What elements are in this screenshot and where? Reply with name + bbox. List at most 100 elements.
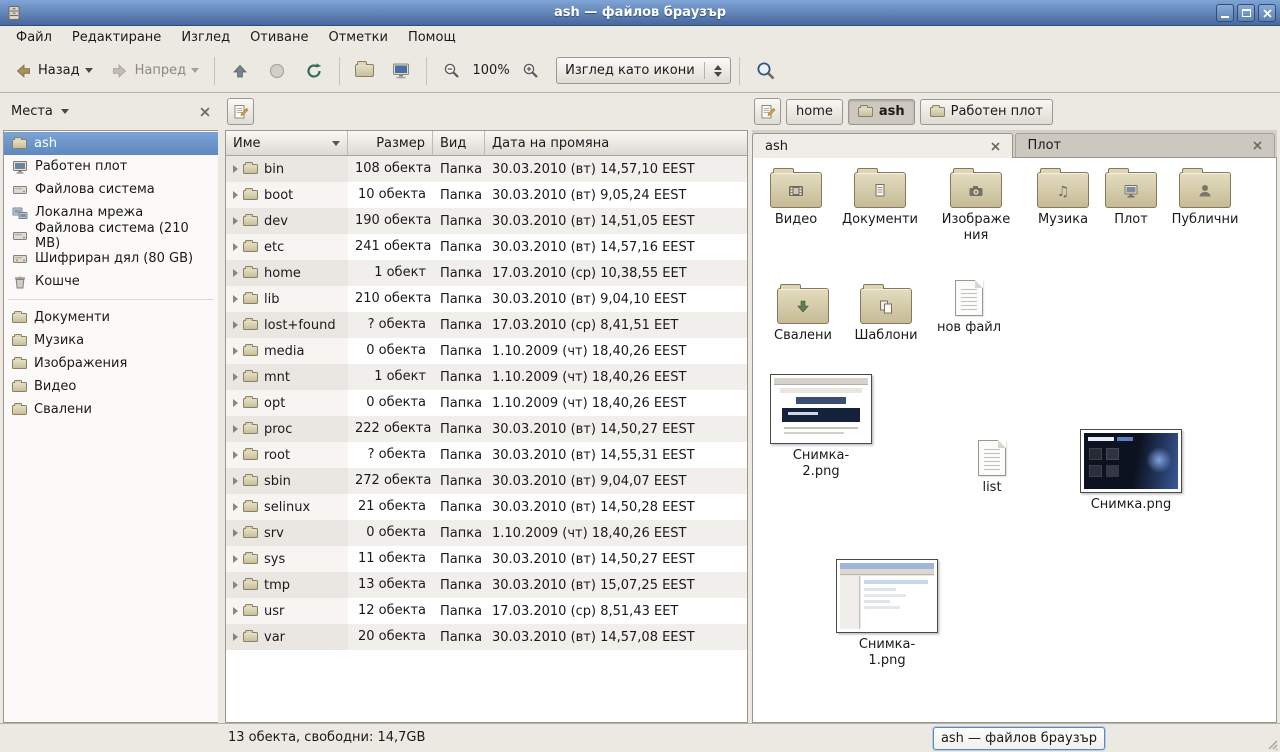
- minimize-button[interactable]: [1216, 4, 1234, 22]
- sidebar-item-encrypted-80gb[interactable]: Шифриран дял (80 GB): [4, 247, 218, 270]
- pathbar-home[interactable]: home: [786, 99, 843, 125]
- sidebar-item-video[interactable]: Видео: [4, 375, 218, 398]
- expander-icon[interactable]: [233, 581, 238, 589]
- menu-view[interactable]: Изглед: [171, 28, 240, 47]
- stop-button[interactable]: [260, 57, 294, 85]
- maximize-button[interactable]: [1237, 4, 1255, 22]
- menu-help[interactable]: Помощ: [398, 28, 466, 47]
- places-close-button[interactable]: [200, 107, 210, 117]
- search-button[interactable]: [748, 56, 784, 86]
- icon-item-video[interactable]: Видео: [759, 166, 833, 228]
- file-row-mnt[interactable]: mnt1 обектПапка1.10.2009 (чт) 18,40,26 E…: [226, 364, 747, 390]
- file-row-lost-found[interactable]: lost+found? обектаПапка17.03.2010 (ср) 8…: [226, 312, 747, 338]
- expander-icon[interactable]: [233, 607, 238, 615]
- sidebar-item-filesystem[interactable]: Файлова система: [4, 178, 218, 201]
- places-selector[interactable]: Места: [11, 104, 69, 119]
- column-header-date[interactable]: Дата на промяна: [485, 131, 747, 156]
- menu-go[interactable]: Отиване: [240, 28, 318, 47]
- file-row-root[interactable]: root? обектаПапка30.03.2010 (вт) 14,55,3…: [226, 442, 747, 468]
- file-row-usr[interactable]: usr12 обектаПапка17.03.2010 (ср) 8,51,43…: [226, 598, 747, 624]
- location-edit-toggle[interactable]: [227, 98, 254, 125]
- expander-icon[interactable]: [233, 425, 238, 433]
- expander-icon[interactable]: [233, 191, 238, 199]
- sidebar-item-home[interactable]: ash: [4, 132, 218, 155]
- expander-icon[interactable]: [233, 373, 238, 381]
- file-row-tmp[interactable]: tmp13 обектаПапка30.03.2010 (вт) 15,07,2…: [226, 572, 747, 598]
- icon-item-templates[interactable]: Шаблони: [845, 282, 927, 344]
- column-header-name[interactable]: Име: [226, 131, 348, 156]
- zoom-in-button[interactable]: [514, 57, 547, 84]
- file-row-opt[interactable]: opt0 обектаПапка1.10.2009 (чт) 18,40,26 …: [226, 390, 747, 416]
- expander-icon[interactable]: [233, 451, 238, 459]
- icon-item-list[interactable]: list: [957, 440, 1027, 496]
- file-row-proc[interactable]: proc222 обектаПапка30.03.2010 (вт) 14,50…: [226, 416, 747, 442]
- zoom-out-button[interactable]: [435, 57, 468, 84]
- expander-icon[interactable]: [233, 269, 238, 277]
- tab-plot[interactable]: Плот: [1015, 133, 1276, 157]
- file-row-srv[interactable]: srv0 обектаПапка1.10.2009 (чт) 18,40,26 …: [226, 520, 747, 546]
- close-button[interactable]: [1258, 4, 1276, 22]
- reload-button[interactable]: [297, 57, 331, 85]
- column-header-size[interactable]: Размер: [348, 131, 433, 156]
- sidebar-item-filesystem-210mb[interactable]: Файлова система (210 MB): [4, 224, 218, 247]
- icon-item-desktop[interactable]: Плот: [1099, 166, 1163, 228]
- expander-icon[interactable]: [233, 555, 238, 563]
- icon-item-downloads[interactable]: Свалени: [763, 282, 843, 344]
- pathbar-ash[interactable]: ash: [848, 99, 915, 125]
- sidebar-item-desktop[interactable]: Работен плот: [4, 155, 218, 178]
- window-list-button[interactable]: ash — файлов браузър: [933, 727, 1105, 750]
- icon-item-music[interactable]: ♫ Музика: [1025, 166, 1101, 228]
- expander-icon[interactable]: [233, 243, 238, 251]
- sidebar-item-downloads[interactable]: Свалени: [4, 398, 218, 421]
- sidebar-item-pictures[interactable]: Изображения: [4, 352, 218, 375]
- location-edit-toggle[interactable]: [754, 98, 781, 125]
- icon-item-documents[interactable]: Документи: [837, 166, 923, 228]
- tab-ash[interactable]: ash: [752, 133, 1013, 158]
- file-row-bin[interactable]: bin108 обектаПапка30.03.2010 (вт) 14,57,…: [226, 156, 747, 182]
- sidebar-item-documents[interactable]: Документи: [4, 306, 218, 329]
- tab-plot-close-button[interactable]: [1253, 141, 1262, 150]
- file-row-var[interactable]: var20 обектаПапка30.03.2010 (вт) 14,57,0…: [226, 624, 747, 650]
- file-row-sbin[interactable]: sbin272 обектаПапка30.03.2010 (вт) 9,04,…: [226, 468, 747, 494]
- computer-button[interactable]: [384, 57, 418, 85]
- menu-file[interactable]: Файл: [6, 28, 62, 47]
- up-button[interactable]: [223, 57, 257, 85]
- forward-button[interactable]: Напред: [103, 57, 206, 85]
- expander-icon[interactable]: [233, 529, 238, 537]
- sidebar-item-music[interactable]: Музика: [4, 329, 218, 352]
- file-row-media[interactable]: media0 обектаПапка1.10.2009 (чт) 18,40,2…: [226, 338, 747, 364]
- file-row-etc[interactable]: etc241 обектаПапка30.03.2010 (вт) 14,57,…: [226, 234, 747, 260]
- resize-grip[interactable]: [1265, 737, 1278, 750]
- icon-item-pictures[interactable]: Изображения: [933, 166, 1019, 245]
- icon-item-snimka[interactable]: Снимка.png: [1079, 429, 1183, 513]
- file-row-sys[interactable]: sys11 обектаПапка30.03.2010 (вт) 14,50,2…: [226, 546, 747, 572]
- expander-icon[interactable]: [233, 399, 238, 407]
- file-row-lib[interactable]: lib210 обектаПапка30.03.2010 (вт) 9,04,1…: [226, 286, 747, 312]
- icon-item-snimka-1[interactable]: Снимка-1.png: [835, 559, 939, 670]
- expander-icon[interactable]: [233, 217, 238, 225]
- file-row-home[interactable]: home1 обектПапка17.03.2010 (ср) 10,38,55…: [226, 260, 747, 286]
- expander-icon[interactable]: [233, 295, 238, 303]
- file-row-boot[interactable]: boot10 обектаПапка30.03.2010 (вт) 9,05,2…: [226, 182, 747, 208]
- titlebar[interactable]: ash — файлов браузър: [0, 0, 1280, 26]
- file-row-selinux[interactable]: selinux21 обектаПапка30.03.2010 (вт) 14,…: [226, 494, 747, 520]
- sidebar-item-trash[interactable]: Кошче: [4, 270, 218, 293]
- pathbar-desktop[interactable]: Работен плот: [920, 99, 1053, 125]
- expander-icon[interactable]: [233, 477, 238, 485]
- icon-item-snimka-2[interactable]: Снимка-2.png: [769, 374, 873, 481]
- back-button[interactable]: Назад: [6, 57, 100, 85]
- tab-ash-close-button[interactable]: [991, 142, 1000, 151]
- icon-item-new-file[interactable]: нов файл: [933, 280, 1005, 336]
- menu-bookmarks[interactable]: Отметки: [318, 28, 397, 47]
- home-button[interactable]: [348, 60, 381, 81]
- file-row-dev[interactable]: dev190 обектаПапка30.03.2010 (вт) 14,51,…: [226, 208, 747, 234]
- expander-icon[interactable]: [233, 165, 238, 173]
- expander-icon[interactable]: [233, 633, 238, 641]
- column-header-type[interactable]: Вид: [433, 131, 485, 156]
- expander-icon[interactable]: [233, 321, 238, 329]
- icon-item-public[interactable]: Публични: [1165, 166, 1245, 228]
- expander-icon[interactable]: [233, 347, 238, 355]
- expander-icon[interactable]: [233, 503, 238, 511]
- view-mode-select[interactable]: Изглед като икони: [556, 57, 731, 84]
- pane-splitter[interactable]: [218, 93, 225, 723]
